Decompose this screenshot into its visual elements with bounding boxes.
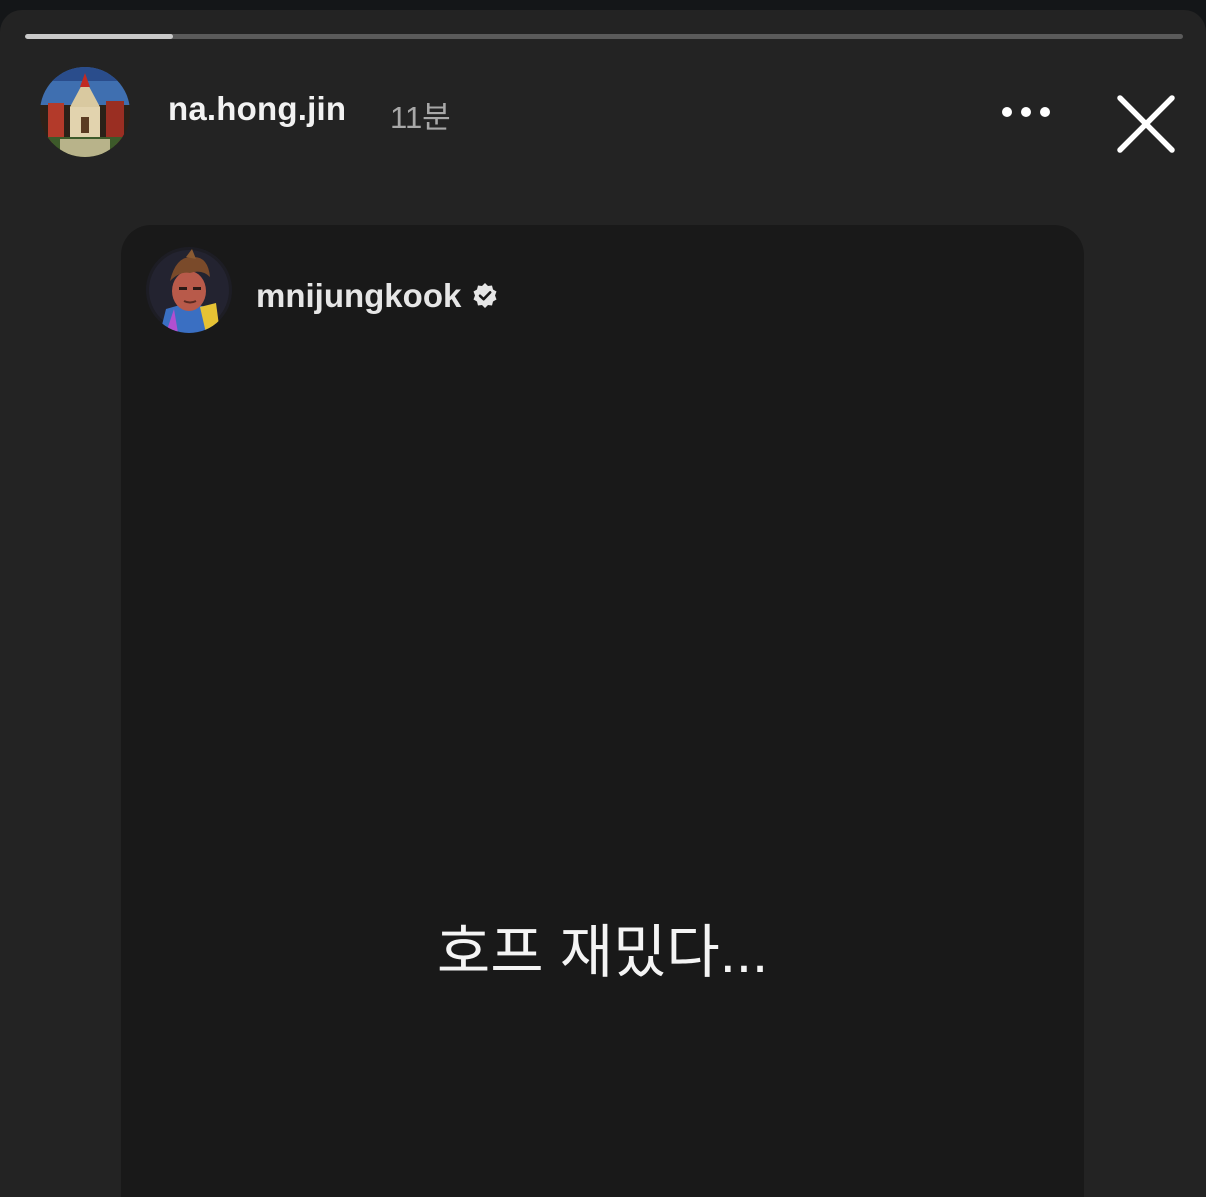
profile-painting-church-icon: [40, 67, 130, 157]
more-options-button[interactable]: [995, 90, 1057, 134]
story-progress-bar: [25, 34, 1183, 39]
story-timestamp: 11분: [390, 100, 451, 135]
close-icon: [1117, 95, 1175, 153]
shared-user-avatar[interactable]: [146, 247, 232, 333]
shared-story-card[interactable]: mnijungkook 호프 재밌다...: [121, 225, 1084, 1197]
story-text: 호프 재밌다...: [436, 920, 769, 985]
close-button[interactable]: [1108, 86, 1184, 162]
profile-avatar[interactable]: [40, 67, 130, 157]
shared-username[interactable]: mnijungkook: [256, 277, 461, 315]
story-progress-fill: [25, 34, 174, 39]
verified-badge-icon: [473, 283, 497, 308]
story-username[interactable]: na.hong.jin: [168, 90, 346, 128]
more-horizontal-icon: [1002, 107, 1050, 117]
story-viewer: na.hong.jin 11분 mnijungkook 호프 재밌다...: [0, 10, 1206, 1197]
shared-user-row[interactable]: mnijungkook: [256, 277, 499, 315]
cartoon-character-avatar-icon: [146, 247, 232, 333]
